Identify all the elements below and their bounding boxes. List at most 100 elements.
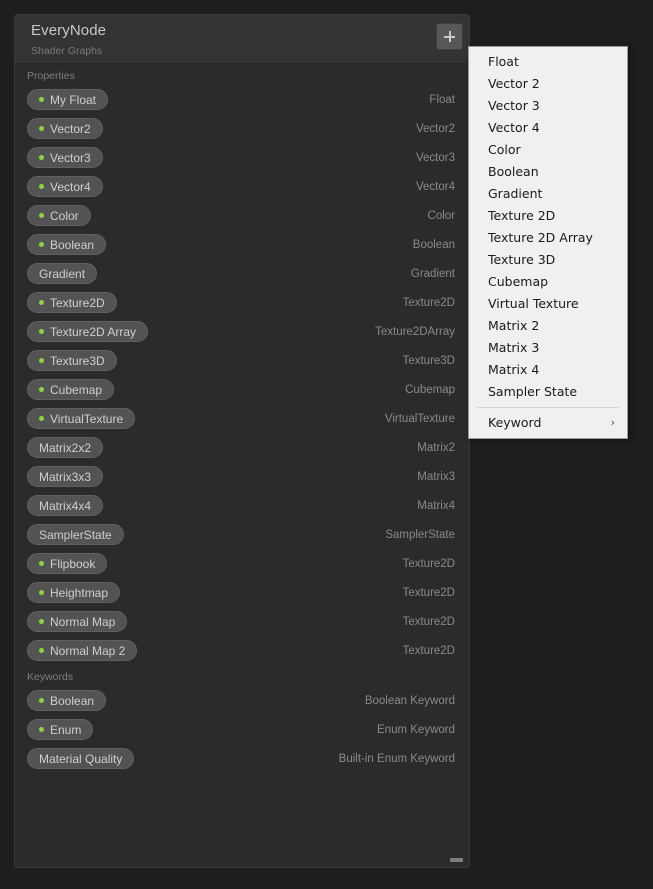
property-pill[interactable]: Texture2D Array — [27, 321, 149, 342]
blackboard-row[interactable]: Normal Map Texture2D — [15, 607, 469, 636]
app-root: EveryNode Shader Graphs Properties My Flo… — [0, 0, 653, 889]
property-name-label: Matrix3x3 — [39, 469, 92, 484]
property-pill[interactable]: Enum — [27, 719, 94, 740]
property-type-label: Matrix3 — [417, 470, 455, 483]
property-pill[interactable]: VirtualTexture — [27, 408, 136, 429]
blackboard-row[interactable]: Normal Map 2 Texture2D — [15, 636, 469, 665]
property-type-label: Texture2D — [402, 296, 455, 309]
menu-item-vector-3[interactable]: Vector 3 — [469, 95, 627, 117]
menu-item-label: Vector 3 — [488, 98, 540, 113]
add-property-dropdown-menu[interactable]: Float Vector 2 Vector 3 Vector 4 Color Boolea… — [468, 46, 628, 439]
blackboard-row[interactable]: Vector3 Vector3 — [15, 143, 469, 172]
menu-item-keyword[interactable]: Keyword › — [469, 412, 627, 434]
property-name-label: Material Quality — [39, 751, 123, 766]
property-name-label: Vector2 — [50, 121, 91, 136]
property-pill[interactable]: Flipbook — [27, 553, 108, 574]
menu-item-matrix-2[interactable]: Matrix 2 — [469, 315, 627, 337]
menu-item-float[interactable]: Float — [469, 51, 627, 73]
property-name-label: Vector3 — [50, 150, 91, 165]
blackboard-row[interactable]: Texture2D Texture2D — [15, 288, 469, 317]
exposed-dot-icon — [39, 300, 44, 305]
property-pill[interactable]: Material Quality — [27, 748, 135, 769]
property-pill[interactable]: My Float — [27, 89, 109, 110]
blackboard-row[interactable]: Matrix4x4 Matrix4 — [15, 491, 469, 520]
menu-item-vector-4[interactable]: Vector 4 — [469, 117, 627, 139]
property-pill[interactable]: Boolean — [27, 234, 107, 255]
blackboard-row[interactable]: Boolean Boolean — [15, 230, 469, 259]
chevron-right-icon: › — [610, 416, 615, 429]
section-header-properties: Properties — [27, 70, 75, 82]
property-name-label: Normal Map 2 — [50, 643, 126, 658]
property-type-label: Float — [429, 93, 455, 106]
property-pill[interactable]: Vector4 — [27, 176, 103, 197]
property-pill[interactable]: Color — [27, 205, 91, 226]
property-type-label: Boolean Keyword — [364, 694, 455, 707]
menu-item-label: Gradient — [488, 186, 543, 201]
property-pill[interactable]: Normal Map — [27, 611, 128, 632]
property-name-label: SamplerState — [39, 527, 112, 542]
exposed-dot-icon — [39, 416, 44, 421]
property-name-label: Vector4 — [50, 179, 91, 194]
menu-item-sampler-state[interactable]: Sampler State — [469, 381, 627, 403]
resize-grip[interactable] — [450, 858, 463, 862]
property-pill[interactable]: Boolean — [27, 690, 107, 711]
property-pill[interactable]: Normal Map 2 — [27, 640, 138, 661]
menu-item-label: Vector 2 — [488, 76, 540, 91]
property-pill[interactable]: SamplerState — [27, 524, 124, 545]
blackboard-row[interactable]: Flipbook Texture2D — [15, 549, 469, 578]
menu-item-texture-2d-array[interactable]: Texture 2D Array — [469, 227, 627, 249]
add-property-button[interactable] — [436, 23, 463, 50]
property-pill[interactable]: Texture3D — [27, 350, 117, 371]
blackboard-row[interactable]: Matrix3x3 Matrix3 — [15, 462, 469, 491]
blackboard-row[interactable]: Enum Enum Keyword — [15, 715, 469, 744]
blackboard-row[interactable]: Texture3D Texture3D — [15, 346, 469, 375]
blackboard-row[interactable]: Matrix2x2 Matrix2 — [15, 433, 469, 462]
blackboard-row[interactable]: Heightmap Texture2D — [15, 578, 469, 607]
property-pill[interactable]: Gradient — [27, 263, 98, 284]
exposed-dot-icon — [39, 242, 44, 247]
property-pill[interactable]: Matrix2x2 — [27, 437, 104, 458]
menu-item-matrix-4[interactable]: Matrix 4 — [469, 359, 627, 381]
blackboard-row[interactable]: My Float Float — [15, 85, 469, 114]
menu-item-cubemap[interactable]: Cubemap — [469, 271, 627, 293]
exposed-dot-icon — [39, 698, 44, 703]
exposed-dot-icon — [39, 590, 44, 595]
menu-item-texture-3d[interactable]: Texture 3D — [469, 249, 627, 271]
blackboard-row[interactable]: Gradient Gradient — [15, 259, 469, 288]
property-pill[interactable]: Vector2 — [27, 118, 103, 139]
menu-item-texture-2d[interactable]: Texture 2D — [469, 205, 627, 227]
property-pill[interactable]: Vector3 — [27, 147, 103, 168]
menu-item-gradient[interactable]: Gradient — [469, 183, 627, 205]
blackboard-row[interactable]: Boolean Boolean Keyword — [15, 686, 469, 715]
property-pill[interactable]: Texture2D — [27, 292, 117, 313]
menu-item-matrix-3[interactable]: Matrix 3 — [469, 337, 627, 359]
property-name-label: Boolean — [50, 693, 95, 708]
blackboard-row[interactable]: SamplerState SamplerState — [15, 520, 469, 549]
property-type-label: Gradient — [410, 267, 455, 280]
menu-item-vector-2[interactable]: Vector 2 — [469, 73, 627, 95]
blackboard-row[interactable]: Color Color — [15, 201, 469, 230]
property-name-label: Texture2D — [50, 295, 105, 310]
property-type-label: Texture2D — [402, 586, 455, 599]
property-type-label: Texture2D — [402, 557, 455, 570]
property-type-label: Texture2D — [402, 644, 455, 657]
menu-item-boolean[interactable]: Boolean — [469, 161, 627, 183]
property-pill[interactable]: Cubemap — [27, 379, 115, 400]
menu-item-virtual-texture[interactable]: Virtual Texture — [469, 293, 627, 315]
menu-item-color[interactable]: Color — [469, 139, 627, 161]
menu-item-label: Boolean — [488, 164, 539, 179]
property-pill[interactable]: Matrix3x3 — [27, 466, 104, 487]
blackboard-row[interactable]: Cubemap Cubemap — [15, 375, 469, 404]
menu-item-label: Float — [488, 54, 519, 69]
blackboard-row[interactable]: VirtualTexture VirtualTexture — [15, 404, 469, 433]
property-pill[interactable]: Matrix4x4 — [27, 495, 104, 516]
exposed-dot-icon — [39, 358, 44, 363]
property-pill[interactable]: Heightmap — [27, 582, 121, 603]
menu-item-label: Color — [488, 142, 521, 157]
blackboard-row[interactable]: Material Quality Built-in Enum Keyword — [15, 744, 469, 773]
blackboard-row[interactable]: Vector4 Vector4 — [15, 172, 469, 201]
property-name-label: My Float — [50, 92, 97, 107]
blackboard-row[interactable]: Texture2D Array Texture2DArray — [15, 317, 469, 346]
blackboard-row[interactable]: Vector2 Vector2 — [15, 114, 469, 143]
menu-item-label: Keyword — [488, 415, 542, 430]
